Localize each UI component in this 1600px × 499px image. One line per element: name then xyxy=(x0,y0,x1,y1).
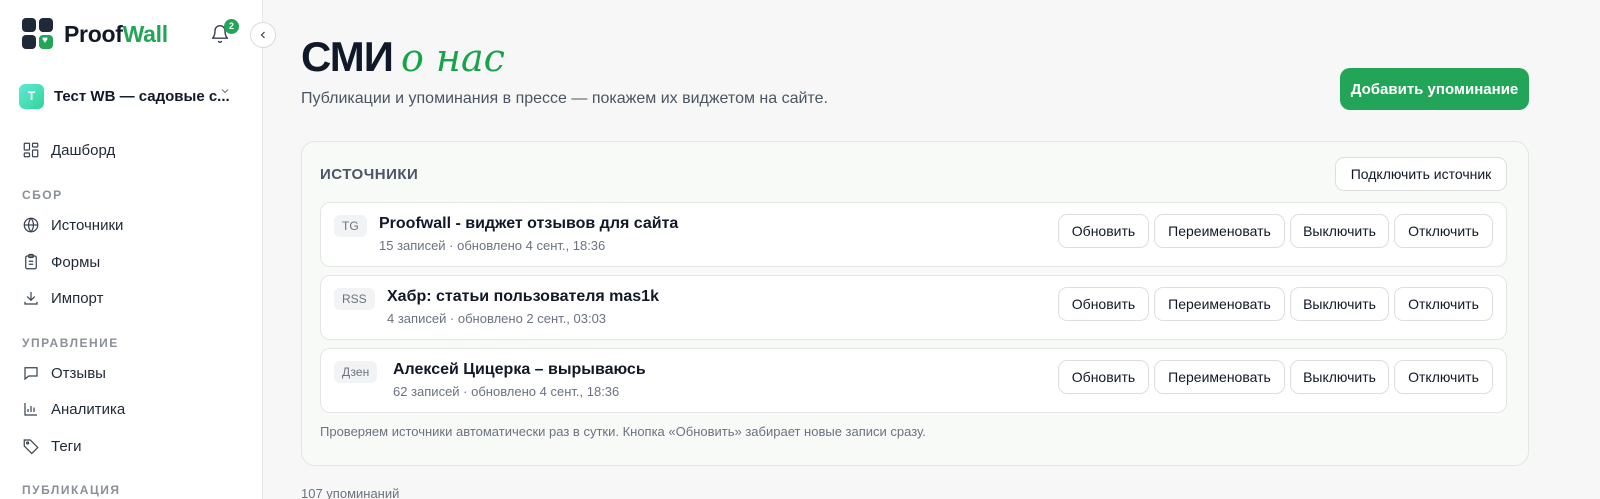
page-title: СМИ о нас xyxy=(301,33,505,80)
sources-panel: ИСТОЧНИКИ Подключить источник TG Proofwa… xyxy=(301,141,1529,466)
sidebar-item-sources[interactable]: Источники xyxy=(22,214,123,236)
source-meta: 15 записей · обновлено 4 сент., 18:36 xyxy=(379,238,606,253)
source-type-badge: TG xyxy=(334,215,367,237)
disconnect-button[interactable]: Отключить xyxy=(1394,360,1493,394)
logo[interactable]: ProofWall xyxy=(22,18,168,50)
panel-note: Проверяем источники автоматически раз в … xyxy=(320,424,926,439)
sidebar-item-label: Импорт xyxy=(51,289,104,307)
panel-title: ИСТОЧНИКИ xyxy=(320,166,419,183)
source-name: Proofwall - виджет отзывов для сайта xyxy=(379,215,679,232)
sidebar-section-collect: СБОР xyxy=(22,188,63,202)
collapse-sidebar-button[interactable] xyxy=(250,22,276,48)
sidebar-item-analytics[interactable]: Аналитика xyxy=(22,398,125,420)
disconnect-button[interactable]: Отключить xyxy=(1394,214,1493,248)
source-card: TG Proofwall - виджет отзывов для сайта … xyxy=(320,202,1507,267)
rename-button[interactable]: Переименовать xyxy=(1154,360,1285,394)
refresh-button[interactable]: Обновить xyxy=(1058,360,1149,394)
page-subtitle: Публикации и упоминания в прессе — покаж… xyxy=(301,90,828,107)
download-icon xyxy=(24,292,38,305)
main-content: СМИ о нас Публикации и упоминания в прес… xyxy=(263,0,1600,499)
workspace-name: Тест WB — садовые с... xyxy=(54,87,230,105)
tag-icon xyxy=(23,439,39,455)
sidebar-item-label: Источники xyxy=(51,216,124,234)
workspace-avatar: T xyxy=(19,83,44,109)
disable-button[interactable]: Выключить xyxy=(1290,287,1389,321)
sidebar-item-label: Дашборд xyxy=(51,141,116,159)
logo-icon xyxy=(22,18,54,50)
source-meta: 62 записей · обновлено 4 сент., 18:36 xyxy=(393,384,620,399)
disconnect-button[interactable]: Отключить xyxy=(1394,287,1493,321)
sidebar-item-tags[interactable]: Теги xyxy=(22,435,82,457)
sidebar-section-publish: ПУБЛИКАЦИЯ xyxy=(22,483,121,497)
source-type-badge: Дзен xyxy=(334,361,378,383)
mentions-count-text: 107 упоминаний xyxy=(301,486,400,499)
message-icon xyxy=(24,367,38,381)
workspace-switcher[interactable]: T Тест WB — садовые с... xyxy=(19,83,239,109)
rename-button[interactable]: Переименовать xyxy=(1154,287,1285,321)
rename-button[interactable]: Переименовать xyxy=(1154,214,1285,248)
sidebar: ProofWall 2 T Тест WB — садовые с... Даш… xyxy=(0,0,263,499)
sidebar-item-label: Теги xyxy=(51,437,82,455)
sidebar-item-forms[interactable]: Формы xyxy=(22,251,100,273)
clipboard-icon xyxy=(25,253,37,270)
source-card: Дзен Алексей Цицерка – вырываюсь 62 запи… xyxy=(320,348,1507,413)
bar-chart-icon xyxy=(24,403,37,416)
add-mention-button[interactable]: Добавить упоминание xyxy=(1340,68,1529,110)
connect-source-button[interactable]: Подключить источник xyxy=(1335,157,1507,191)
refresh-button[interactable]: Обновить xyxy=(1058,287,1149,321)
disable-button[interactable]: Выключить xyxy=(1290,214,1389,248)
sidebar-item-import[interactable]: Импорт xyxy=(22,287,103,309)
chevron-down-icon xyxy=(219,85,231,100)
source-meta: 4 записей · обновлено 2 сент., 03:03 xyxy=(387,311,607,326)
sidebar-item-label: Аналитика xyxy=(51,400,126,418)
globe-icon xyxy=(23,217,39,233)
sidebar-item-label: Формы xyxy=(51,253,101,271)
source-type-badge: RSS xyxy=(334,288,375,310)
logo-text: ProofWall xyxy=(64,20,168,47)
notification-count-badge: 2 xyxy=(224,19,239,34)
sidebar-item-label: Отзывы xyxy=(51,364,106,382)
chevron-left-icon xyxy=(260,31,265,39)
sidebar-item-reviews[interactable]: Отзывы xyxy=(22,362,106,384)
source-card: RSS Хабр: статьи пользователя mas1k 4 за… xyxy=(320,275,1507,340)
refresh-button[interactable]: Обновить xyxy=(1058,214,1149,248)
sidebar-section-manage: УПРАВЛЕНИЕ xyxy=(22,336,119,350)
disable-button[interactable]: Выключить xyxy=(1290,360,1389,394)
sidebar-item-dashboard[interactable]: Дашборд xyxy=(22,139,115,161)
dashboard-icon xyxy=(23,142,39,158)
source-name: Алексей Цицерка – вырываюсь xyxy=(393,361,646,378)
source-name: Хабр: статьи пользователя mas1k xyxy=(387,288,659,305)
